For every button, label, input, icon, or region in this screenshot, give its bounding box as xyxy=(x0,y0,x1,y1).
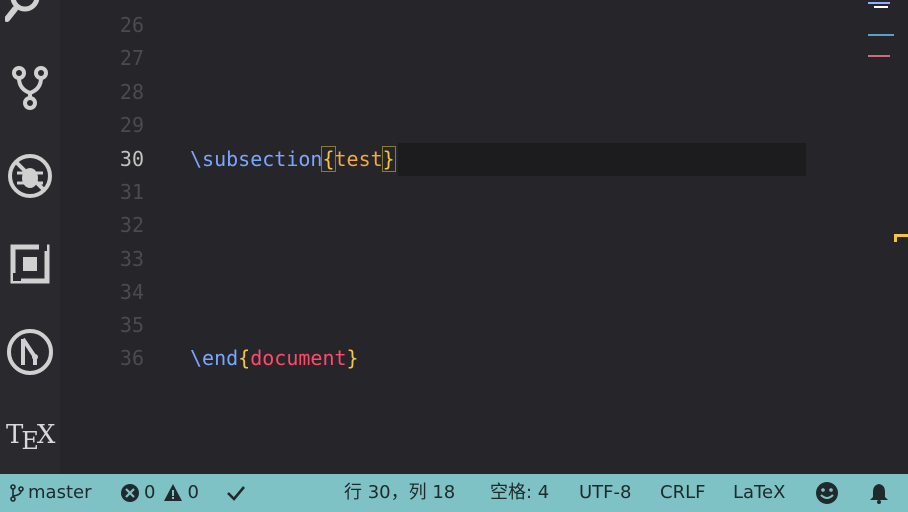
build-status-check-icon[interactable] xyxy=(226,474,250,512)
status-bar: master 0 0 行 30，列 18 空格: 4 UTF-8 CRLF La… xyxy=(0,474,908,512)
problems-indicator[interactable]: 0 0 xyxy=(120,474,199,512)
code-line[interactable]: 31 xyxy=(60,176,820,209)
line-number: 35 xyxy=(119,313,144,337)
code-line[interactable]: 27 xyxy=(60,42,820,75)
line-number: 27 xyxy=(119,46,144,70)
line-number: 31 xyxy=(119,180,144,204)
code-text: \end{document} xyxy=(190,342,359,375)
code-text: \subsection{test} xyxy=(190,143,396,176)
open-brace: { xyxy=(321,146,336,172)
command-argument: test xyxy=(334,147,383,171)
eol-setting[interactable]: CRLF xyxy=(660,474,705,512)
extensions-icon[interactable] xyxy=(4,238,56,290)
error-count: 0 xyxy=(144,482,156,503)
line-number: 36 xyxy=(119,346,144,370)
source-control-icon[interactable] xyxy=(4,62,56,114)
code-line[interactable]: 35 xyxy=(60,309,820,342)
feedback-smiley-icon[interactable] xyxy=(815,474,843,512)
code-line[interactable]: 29 xyxy=(60,109,820,142)
line-number: 34 xyxy=(119,280,144,304)
code-line[interactable]: 28 xyxy=(60,76,820,109)
branch-name: master xyxy=(28,482,92,503)
line-number: 26 xyxy=(119,13,144,37)
branch-indicator[interactable]: master xyxy=(10,474,91,512)
cursor-position[interactable]: 行 30，列 18 xyxy=(344,474,455,512)
code-line-current[interactable]: 30 \subsection{test} xyxy=(60,143,820,176)
close-brace: } xyxy=(346,346,359,370)
error-icon xyxy=(121,484,139,502)
code-line[interactable]: 36 \end{document} xyxy=(60,342,820,375)
code-line[interactable]: 34 xyxy=(60,276,820,309)
tex-icon[interactable]: TEX xyxy=(6,420,55,455)
line-number: 33 xyxy=(119,247,144,271)
code-line[interactable]: 33 xyxy=(60,243,820,276)
search-icon[interactable] xyxy=(4,0,56,30)
line-number: 29 xyxy=(119,113,144,137)
line-number: 32 xyxy=(119,213,144,237)
encoding-setting[interactable]: UTF-8 xyxy=(579,474,631,512)
warning-icon xyxy=(164,484,183,501)
warning-count: 0 xyxy=(187,482,199,503)
language-mode[interactable]: LaTeX xyxy=(733,474,785,512)
minimap[interactable] xyxy=(868,0,908,70)
line-number: 28 xyxy=(119,80,144,104)
command-argument: document xyxy=(250,346,347,370)
debug-icon[interactable] xyxy=(4,150,56,202)
activity-bar: TEX xyxy=(0,0,60,474)
scrollbar-marker[interactable] xyxy=(894,234,908,242)
editor-pane[interactable]: 26 27 28 29 30 \subsection{test} 31 32 3… xyxy=(60,0,908,474)
close-brace: } xyxy=(381,146,396,172)
git-branch-icon xyxy=(10,484,24,502)
indentation-setting[interactable]: 空格: 4 xyxy=(490,474,549,512)
notifications-bell-icon[interactable] xyxy=(868,474,894,512)
git-graph-icon[interactable] xyxy=(4,326,56,378)
line-number: 30 xyxy=(119,147,144,171)
latex-command: \end xyxy=(190,346,239,370)
code-line[interactable]: 32 xyxy=(60,209,820,242)
latex-command: \subsection xyxy=(190,147,323,171)
open-brace: { xyxy=(238,346,251,370)
code-line[interactable]: 26 xyxy=(60,9,820,42)
